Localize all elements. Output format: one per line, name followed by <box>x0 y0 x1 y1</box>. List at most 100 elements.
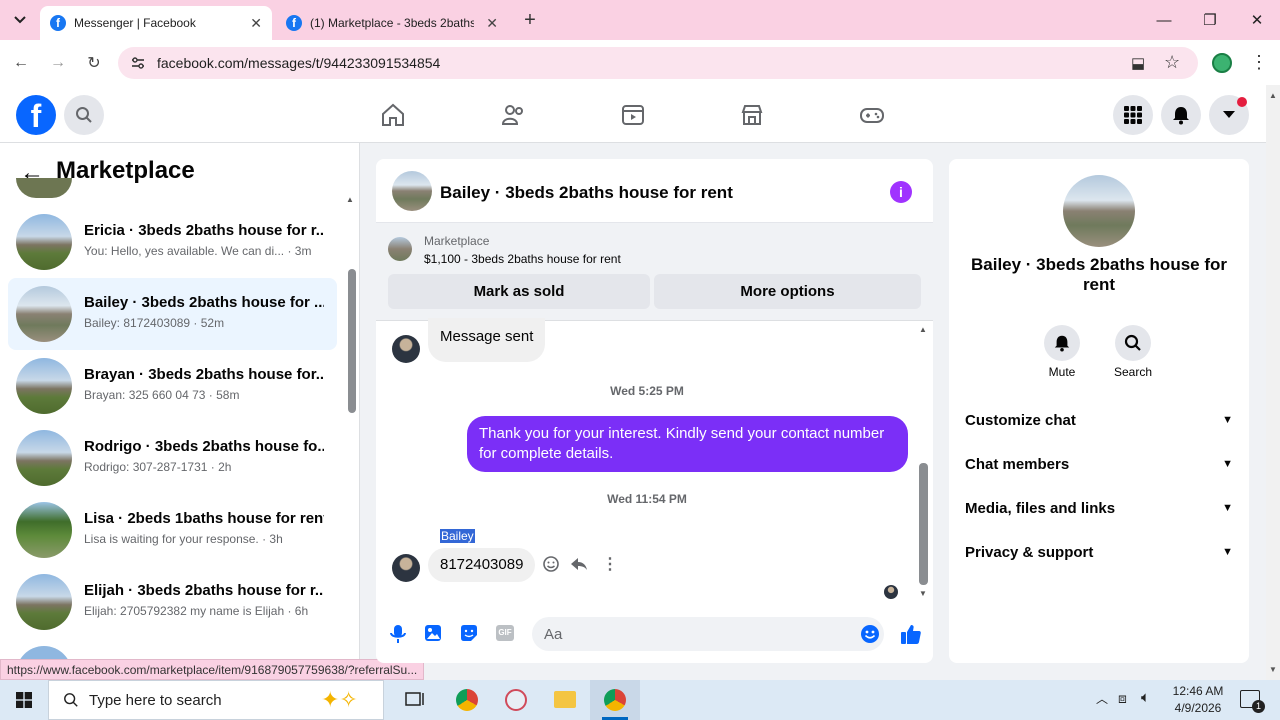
search-button[interactable] <box>64 95 104 135</box>
conversation-name: Elijah · 3beds 2baths house for r... <box>84 582 324 599</box>
install-app-icon[interactable]: ⬓ <box>1131 54 1145 72</box>
mark-as-sold-button[interactable]: Mark as sold <box>388 274 650 309</box>
nav-video-icon[interactable] <box>618 100 648 130</box>
browser-menu-icon[interactable]: ⋮ <box>1250 52 1268 73</box>
scroll-down-arrow[interactable]: ▼ <box>1269 665 1277 674</box>
chat-title[interactable]: Bailey · 3beds 2baths house for rent <box>440 183 733 203</box>
more-options-button[interactable]: More options <box>654 274 921 309</box>
nav-marketplace-icon[interactable] <box>737 100 767 130</box>
gif-icon[interactable]: GIF <box>496 625 514 641</box>
chevron-down-icon: ▼ <box>1222 546 1233 558</box>
reply-icon[interactable] <box>570 555 590 575</box>
section-label: Privacy & support <box>965 543 1094 561</box>
close-window-icon[interactable]: ✕ <box>1234 0 1280 40</box>
scroll-down-arrow[interactable]: ▼ <box>919 589 927 598</box>
list-item[interactable]: Ericia · 3beds 2baths house for r... You… <box>8 206 337 278</box>
network-icon[interactable]: ⧈ <box>1118 690 1127 707</box>
nav-gaming-icon[interactable] <box>857 100 887 130</box>
listing-thumbnail <box>388 237 412 261</box>
address-bar[interactable]: facebook.com/messages/t/944233091534854 … <box>118 47 1198 79</box>
mute-button[interactable] <box>1044 325 1080 361</box>
like-icon[interactable] <box>900 623 922 645</box>
notifications-button[interactable] <box>1161 95 1201 135</box>
profile-avatar[interactable] <box>1063 175 1135 247</box>
photo-icon[interactable] <box>424 624 442 642</box>
timestamp: Wed 11:54 PM <box>607 492 687 506</box>
tab-title: (1) Marketplace - 3beds 2baths <box>310 16 474 30</box>
file-explorer-icon[interactable] <box>554 691 576 708</box>
site-info-icon[interactable] <box>130 55 146 71</box>
minimize-icon[interactable]: — <box>1141 0 1187 40</box>
forward-icon[interactable]: → <box>45 50 71 76</box>
search-highlight-icon: ✦✧ <box>321 687 358 712</box>
media-files-links-section[interactable]: Media, files and links ▼ <box>965 494 1233 522</box>
privacy-support-section[interactable]: Privacy & support ▼ <box>965 538 1233 566</box>
scroll-up-arrow[interactable]: ▲ <box>1269 91 1277 100</box>
browser-tab-messenger[interactable]: f Messenger | Facebook ✕ <box>40 6 272 40</box>
close-tab-icon[interactable]: ✕ <box>250 15 262 32</box>
menu-grid-button[interactable] <box>1113 95 1153 135</box>
nav-home-icon[interactable] <box>378 100 408 130</box>
volume-icon[interactable]: 🔈︎ <box>1141 689 1150 706</box>
chevron-down-icon: ▼ <box>1222 458 1233 470</box>
taskbar-search-placeholder: Type here to search <box>89 691 222 709</box>
facebook-logo-icon[interactable]: f <box>16 95 56 135</box>
outgoing-message[interactable]: Thank you for your interest. Kindly send… <box>467 416 908 472</box>
browser-tab-marketplace[interactable]: f (1) Marketplace - 3beds 2baths ✕ <box>276 6 508 40</box>
scroll-up-arrow[interactable]: ▲ <box>346 195 354 204</box>
search-icon <box>76 107 92 123</box>
chat-panel: Bailey · 3beds 2baths house for rent i M… <box>376 159 933 663</box>
profile-avatar-icon[interactable] <box>1212 53 1232 73</box>
grid-icon <box>1124 106 1142 124</box>
reload-icon[interactable]: ↻ <box>81 50 107 76</box>
tab-search-button[interactable] <box>8 10 32 30</box>
chrome-profile-taskbar-icon[interactable] <box>456 689 478 711</box>
listing-source: Marketplace <box>424 234 490 248</box>
snipping-tool-icon[interactable] <box>505 689 527 711</box>
start-button[interactable] <box>0 680 48 720</box>
message-avatar <box>392 335 420 363</box>
list-item[interactable]: Brayan · 3beds 2baths house for... Braya… <box>8 350 337 422</box>
info-icon[interactable]: i <box>890 181 912 203</box>
list-item[interactable]: Lisa · 2beds 1baths house for rent Lisa … <box>8 494 337 566</box>
chat-members-section[interactable]: Chat members ▼ <box>965 450 1233 478</box>
more-actions-icon[interactable]: ⋮ <box>602 554 618 574</box>
conversation-name: Rodrigo · 3beds 2baths house fo... <box>84 438 324 455</box>
conversation-preview: Bailey: 8172403089 · 52m <box>84 316 225 330</box>
search-conversation-button[interactable] <box>1115 325 1151 361</box>
scroll-up-arrow[interactable]: ▲ <box>919 325 927 334</box>
show-hidden-icons[interactable]: ︿ <box>1096 690 1108 707</box>
restore-icon[interactable]: ❐ <box>1187 0 1233 40</box>
bookmark-star-icon[interactable]: ☆ <box>1164 52 1180 73</box>
back-icon[interactable]: ← <box>8 50 34 76</box>
list-item[interactable]: Rodrigo · 3beds 2baths house fo... Rodri… <box>8 422 337 494</box>
windows-icon <box>16 692 32 708</box>
clock[interactable]: 12:46 AM 4/9/2026 <box>1164 683 1232 717</box>
microphone-icon[interactable] <box>389 624 407 644</box>
customize-chat-section[interactable]: Customize chat ▼ <box>965 406 1233 434</box>
avatar[interactable] <box>392 171 432 211</box>
incoming-message[interactable]: Message sent <box>428 318 546 362</box>
avatar <box>16 214 72 270</box>
page-scrollbar[interactable]: ▲ ▼ <box>1266 85 1280 680</box>
incoming-message[interactable]: 8172403089 <box>428 548 536 582</box>
message-input[interactable]: Aa <box>532 617 884 651</box>
list-scrollbar[interactable] <box>348 269 356 413</box>
conversation-name: Brayan · 3beds 2baths house for... <box>84 366 324 383</box>
close-tab-icon[interactable]: ✕ <box>486 15 498 32</box>
taskbar-search[interactable]: Type here to search ✦✧ <box>48 680 384 720</box>
bell-icon <box>1173 107 1189 125</box>
status-bar-url: https://www.facebook.com/marketplace/ite… <box>0 659 425 680</box>
nav-friends-icon[interactable] <box>498 100 528 130</box>
emoji-icon[interactable] <box>860 624 880 644</box>
new-tab-icon[interactable]: + <box>518 8 542 32</box>
listing-summary: $1,100 - 3beds 2baths house for rent <box>424 252 621 266</box>
chat-scrollbar[interactable] <box>919 463 928 585</box>
sticker-icon[interactable] <box>460 624 478 642</box>
list-item[interactable]: Bailey · 3beds 2baths house for ... Bail… <box>8 278 337 350</box>
chrome-active-taskbar-icon[interactable] <box>590 680 640 720</box>
section-label: Media, files and links <box>965 499 1116 517</box>
task-view-icon[interactable] <box>404 690 426 710</box>
react-icon[interactable] <box>542 555 562 575</box>
list-item[interactable]: Elijah · 3beds 2baths house for r... Eli… <box>8 566 337 638</box>
